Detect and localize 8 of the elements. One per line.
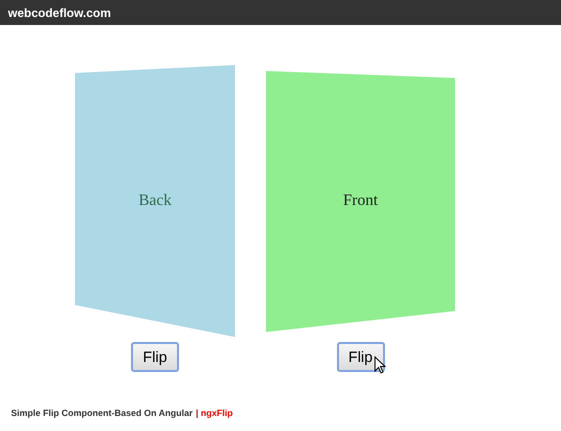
card-label: Back xyxy=(138,192,172,210)
footer-link[interactable]: | ngxFlip xyxy=(196,408,233,418)
card-label: Front xyxy=(343,192,378,210)
footer-title: Simple Flip Component-Based On Angular xyxy=(11,408,193,418)
flip-button[interactable]: Flip xyxy=(336,342,384,372)
cursor-icon xyxy=(374,356,386,374)
flip-button[interactable]: Flip xyxy=(131,342,179,372)
site-title: webcodeflow.com xyxy=(8,6,111,20)
